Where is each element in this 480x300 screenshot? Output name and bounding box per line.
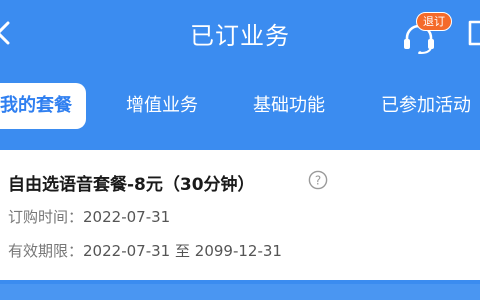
tab-joined-activities[interactable]: 已参加活动 — [381, 83, 471, 129]
tab-basic-functions[interactable]: 基础功能 — [253, 83, 325, 129]
validity-separator: 至 — [174, 242, 190, 260]
validity-label: 有效期限： — [8, 242, 84, 260]
validity-start: 2022-07-31 — [83, 242, 171, 260]
tab-bar: 我的套餐 增值业务 基础功能 已参加活动 — [0, 80, 480, 134]
tab-my-plan[interactable]: 我的套餐 — [0, 83, 86, 129]
unsubscribe-badge: 退订 — [416, 12, 452, 31]
share-icon[interactable] — [466, 18, 480, 46]
help-icon[interactable]: ? — [308, 170, 328, 190]
next-card-top — [0, 284, 480, 300]
order-time-row: 订购时间：2022-07-31 — [8, 206, 170, 227]
next-card-edge — [0, 280, 480, 300]
order-time-label: 订购时间： — [8, 208, 84, 226]
validity-row: 有效期限：2022-07-31 至 2099-12-31 — [8, 240, 282, 261]
order-time-value: 2022-07-31 — [83, 208, 171, 226]
plan-name: 自由选语音套餐-8元（30分钟） — [8, 175, 255, 195]
unsubscribe-service-button[interactable]: 退订 — [400, 12, 452, 54]
validity-end: 2099-12-31 — [194, 242, 282, 260]
tab-value-added[interactable]: 增值业务 — [126, 83, 198, 129]
plan-card: 自由选语音套餐-8元（30分钟） ? 订购时间：2022-07-31 有效期限：… — [0, 150, 480, 280]
svg-text:?: ? — [315, 173, 321, 187]
app-header: 已订业务 退订 — [0, 0, 480, 68]
